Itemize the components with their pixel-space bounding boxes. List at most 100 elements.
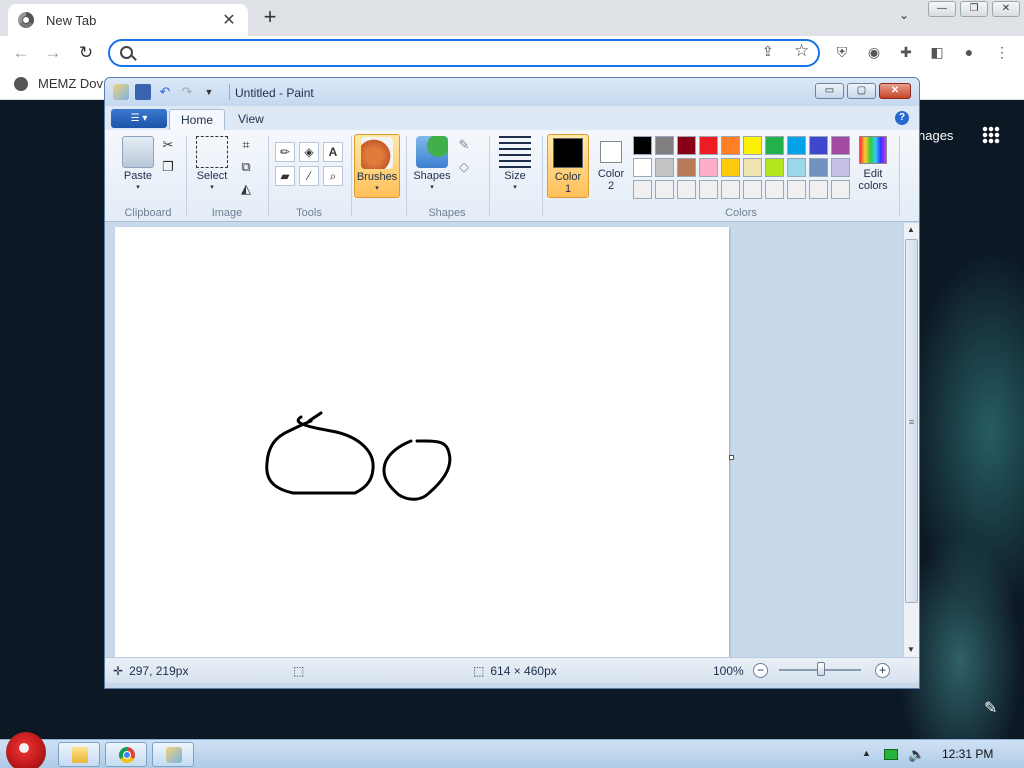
palette-swatch[interactable] [655, 180, 674, 199]
palette-swatch[interactable] [809, 180, 828, 199]
volume-icon[interactable]: 🔈 [908, 746, 925, 763]
tab-home[interactable]: Home [169, 109, 226, 130]
taskbar-paint[interactable] [152, 742, 194, 767]
fill-icon[interactable]: ◇ [455, 158, 473, 176]
palette-swatch[interactable] [765, 158, 784, 177]
apps-grid-icon[interactable] [982, 126, 1000, 144]
reload-button[interactable]: ↻ [75, 42, 97, 64]
paint-minimize-button[interactable]: ▭ [815, 83, 844, 99]
new-tab-button[interactable]: + [258, 6, 282, 30]
color2-button[interactable]: Color 2 [592, 134, 630, 198]
copy-icon[interactable]: ❐ [159, 158, 177, 176]
crop-icon[interactable]: ⌗ [237, 136, 255, 154]
palette-swatch[interactable] [765, 180, 784, 199]
palette-swatch[interactable] [831, 136, 850, 155]
browser-tab-new-tab[interactable]: New Tab ✕ [8, 4, 248, 36]
close-button[interactable]: ✕ [992, 1, 1020, 17]
menu-icon[interactable]: ⋮ [992, 44, 1012, 64]
palette-swatch[interactable] [655, 136, 674, 155]
network-icon[interactable] [884, 749, 898, 760]
palette-swatch[interactable] [699, 180, 718, 199]
palette-swatch[interactable] [633, 158, 652, 177]
drawing-canvas[interactable] [115, 227, 729, 657]
palette-swatch[interactable] [765, 136, 784, 155]
palette-swatch[interactable] [831, 158, 850, 177]
paste-button[interactable]: Paste ▾ [121, 136, 155, 194]
rotate-icon[interactable]: ◭ [237, 180, 255, 198]
flag-icon[interactable]: ◉ [864, 44, 884, 64]
tray-expand-icon[interactable]: ▲ [862, 748, 871, 758]
palette-swatch[interactable] [721, 158, 740, 177]
paint-maximize-button[interactable]: ▢ [847, 83, 876, 99]
select-button[interactable]: Select ▾ [195, 136, 229, 194]
paint-close-button[interactable]: ✕ [879, 83, 911, 99]
shapes-button[interactable]: Shapes ▾ [411, 136, 453, 194]
scroll-up-icon[interactable]: ▲ [904, 223, 918, 237]
pencil-icon[interactable]: ✏ [275, 142, 295, 162]
size-button[interactable]: Size ▾ [497, 136, 533, 194]
tab-view[interactable]: View [227, 109, 275, 130]
canvas-resize-handle[interactable] [729, 455, 734, 460]
palette-swatch[interactable] [677, 158, 696, 177]
palette-swatch[interactable] [743, 158, 762, 177]
cut-icon[interactable]: ✂ [159, 136, 177, 154]
palette-swatch[interactable] [787, 180, 806, 199]
zoom-out-button[interactable]: − [753, 663, 768, 678]
palette-swatch[interactable] [743, 180, 762, 199]
sidepanel-icon[interactable]: ◧ [927, 44, 947, 64]
forward-button[interactable]: → [42, 42, 64, 64]
palette-swatch[interactable] [721, 136, 740, 155]
palette-swatch[interactable] [677, 180, 696, 199]
images-link[interactable]: nages [918, 128, 953, 143]
fill-bucket-icon[interactable]: ◈ [299, 142, 319, 162]
customize-pencil-icon[interactable]: ✎ [984, 698, 997, 718]
vertical-scrollbar[interactable]: ▲ ≡ ▼ [903, 223, 919, 657]
color-picker-icon[interactable]: ⁄ [299, 166, 319, 186]
redo-icon[interactable]: ↷ [179, 84, 195, 100]
share-icon[interactable]: ⇪ [762, 43, 774, 60]
scroll-down-icon[interactable]: ▼ [904, 643, 918, 657]
save-icon[interactable] [135, 84, 151, 100]
extensions-icon[interactable]: ✚ [896, 44, 916, 64]
palette-swatch[interactable] [699, 158, 718, 177]
paint-menu-button[interactable]: ☰ ▾ [111, 109, 167, 128]
start-button[interactable] [6, 732, 46, 768]
profile-icon[interactable]: ● [959, 44, 979, 64]
palette-swatch[interactable] [721, 180, 740, 199]
tab-search-chevron-icon[interactable]: ⌄ [894, 8, 914, 28]
palette-swatch[interactable] [633, 180, 652, 199]
palette-swatch[interactable] [743, 136, 762, 155]
restore-button[interactable]: ❐ [960, 1, 988, 17]
omnibox[interactable]: ⇪ ☆ [108, 39, 820, 67]
address-input[interactable] [142, 44, 742, 62]
palette-swatch[interactable] [809, 158, 828, 177]
palette-swatch[interactable] [831, 180, 850, 199]
bookmark-star-icon[interactable]: ☆ [794, 41, 809, 61]
scroll-thumb[interactable]: ≡ [905, 239, 918, 603]
palette-swatch[interactable] [787, 136, 806, 155]
brushes-button[interactable]: Brushes ▾ [354, 134, 400, 198]
palette-swatch[interactable] [655, 158, 674, 177]
tab-close-icon[interactable]: ✕ [220, 10, 238, 30]
palette-swatch[interactable] [633, 136, 652, 155]
color1-button[interactable]: Color 1 [547, 134, 589, 198]
help-icon[interactable]: ? [895, 111, 909, 125]
palette-swatch[interactable] [809, 136, 828, 155]
palette-swatch[interactable] [677, 136, 696, 155]
zoom-slider-thumb[interactable] [817, 662, 825, 676]
zoom-in-button[interactable]: + [875, 663, 890, 678]
palette-swatch[interactable] [699, 136, 718, 155]
qat-dropdown-icon[interactable]: ▼ [201, 84, 217, 100]
taskbar-clock[interactable]: 12:31 PM [942, 747, 993, 761]
taskbar-explorer[interactable] [58, 742, 100, 767]
taskbar-chrome[interactable] [105, 742, 147, 767]
palette-swatch[interactable] [787, 158, 806, 177]
outline-icon[interactable]: ✎ [455, 136, 473, 154]
resize-icon[interactable]: ⧉ [237, 158, 255, 176]
paint-app-icon[interactable] [113, 84, 129, 100]
bookmark-item[interactable]: MEMZ Dov [14, 76, 103, 91]
magnifier-icon[interactable]: ⌕ [323, 166, 343, 186]
edit-colors-button[interactable]: Edit colors [855, 136, 891, 192]
back-button[interactable]: ← [10, 42, 32, 64]
text-tool-icon[interactable]: A [323, 142, 343, 162]
